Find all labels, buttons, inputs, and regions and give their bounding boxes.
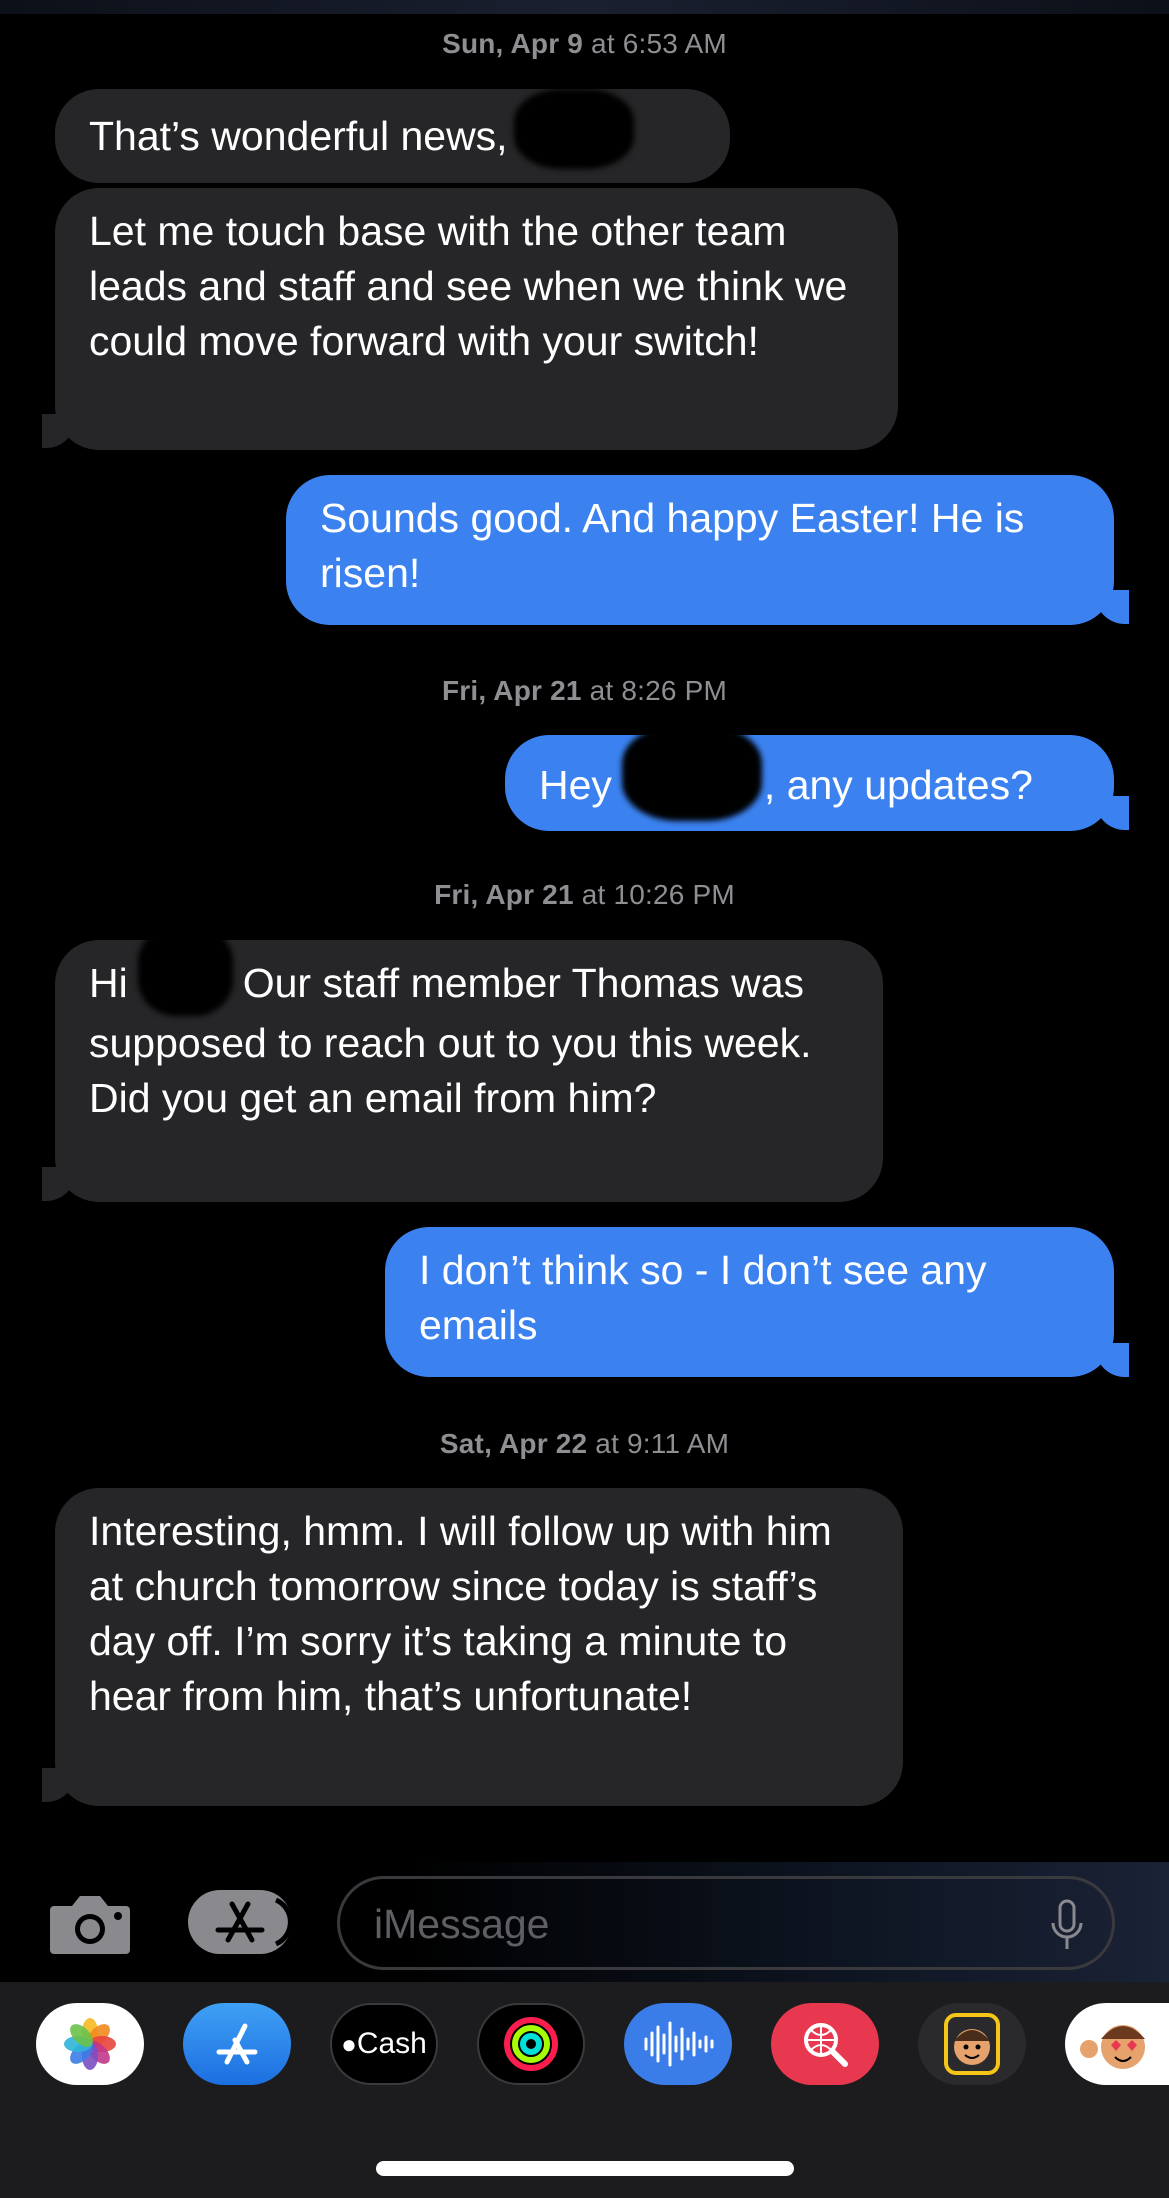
app-store-glyph	[216, 2023, 258, 2065]
microphone-icon[interactable]	[1050, 1899, 1084, 1953]
soundhound-icon[interactable]	[624, 2003, 732, 2085]
redaction-mark	[137, 926, 233, 1017]
outgoing-message[interactable]: I don’t think so - I don’t see any email…	[385, 1227, 1114, 1377]
status-bar-edge	[0, 0, 1169, 14]
message-input[interactable]: iMessage	[337, 1876, 1115, 1970]
memoji-icon[interactable]	[918, 2003, 1026, 2085]
memoji-sticker-face	[1080, 2025, 1145, 2069]
app-store-icon	[215, 1897, 293, 1947]
photos-flower	[64, 2018, 116, 2070]
redaction-mark	[621, 725, 762, 821]
redaction-mark	[513, 89, 634, 170]
timestamp: Sun, Apr 9 at 6:53 AM	[442, 28, 727, 59]
apple-cash-icon[interactable]: ● Cash	[330, 2003, 438, 2085]
waveform-glyph	[644, 2021, 714, 2067]
cash-label: Cash	[356, 2027, 427, 2060]
image-search-icon[interactable]	[771, 2003, 879, 2085]
apps-button[interactable]	[188, 1890, 293, 1954]
home-indicator[interactable]	[376, 2161, 794, 2176]
app-store-icon[interactable]	[183, 2003, 291, 2085]
timestamp: Sat, Apr 22 at 9:11 AM	[439, 1428, 730, 1459]
apple-logo-icon: ●	[341, 2028, 357, 2059]
outgoing-message[interactable]: Hey, any updates?	[505, 725, 1114, 831]
memoji-stickers-icon[interactable]	[1065, 2003, 1169, 2085]
incoming-message[interactable]: Let me touch base with the other team le…	[55, 188, 898, 450]
camera-icon[interactable]	[48, 1892, 132, 1956]
message-input-placeholder: iMessage	[374, 1901, 550, 1947]
incoming-message[interactable]: Interesting, hmm. I will follow up with …	[55, 1488, 903, 1806]
activity-icon[interactable]	[477, 2003, 585, 2085]
timestamp: Fri, Apr 21 at 8:26 PM	[441, 675, 728, 706]
incoming-message[interactable]: That’s wonderful news,	[55, 89, 730, 183]
photos-icon[interactable]	[36, 2003, 144, 2085]
globe-magnifier-glyph	[804, 2023, 848, 2067]
activity-rings	[504, 2017, 558, 2071]
incoming-message[interactable]: Hi Our staff member Thomas was supposed t…	[55, 926, 883, 1202]
memoji-face	[944, 2013, 1000, 2075]
timestamp: Fri, Apr 21 at 10:26 PM	[434, 879, 735, 910]
outgoing-message[interactable]: Sounds good. And happy Easter! He is ris…	[286, 475, 1114, 625]
